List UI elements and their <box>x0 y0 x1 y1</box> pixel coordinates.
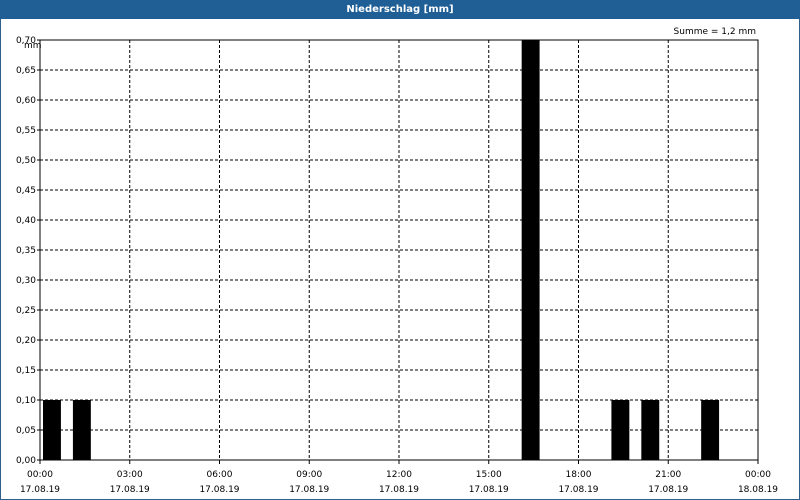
precipitation-bar <box>43 400 61 460</box>
x-tick-time-label: 12:00 <box>386 470 412 480</box>
y-tick-label: 0,30 <box>16 276 36 286</box>
y-tick-label: 0,05 <box>16 426 36 436</box>
y-tick-label: 0,00 <box>16 456 36 466</box>
y-tick-label: 0,25 <box>16 306 36 316</box>
x-tick-time-label: 00:00 <box>27 470 53 480</box>
x-tick-date-label: 18.08.19 <box>738 485 778 495</box>
x-tick-time-label: 09:00 <box>296 470 322 480</box>
x-tick-date-label: 17.08.19 <box>110 485 150 495</box>
y-tick-label: 0,45 <box>16 186 36 196</box>
x-tick-time-label: 06:00 <box>207 470 233 480</box>
x-tick-date-label: 17.08.19 <box>199 485 239 495</box>
precipitation-bar <box>521 40 540 460</box>
precipitation-bar <box>701 400 720 460</box>
x-tick-date-label: 17.08.19 <box>289 485 329 495</box>
y-tick-label: 0,35 <box>16 246 36 256</box>
x-tick-date-label: 17.08.19 <box>379 485 419 495</box>
y-tick-label: 0,10 <box>16 396 36 406</box>
x-tick-date-label: 17.08.19 <box>558 485 598 495</box>
precipitation-bar <box>72 400 91 460</box>
precipitation-bar <box>611 400 630 460</box>
x-tick-date-label: 17.08.19 <box>20 485 60 495</box>
x-tick-time-label: 00:00 <box>745 470 771 480</box>
y-tick-label: 0,70 <box>16 36 36 46</box>
x-tick-time-label: 15:00 <box>476 470 502 480</box>
x-tick-time-label: 03:00 <box>117 470 143 480</box>
x-tick-time-label: 21:00 <box>655 470 681 480</box>
y-tick-label: 0,40 <box>16 216 36 226</box>
y-tick-label: 0,20 <box>16 336 36 346</box>
precipitation-chart: mm Summe = 1,2 mm 0,000,050,100,150,200,… <box>16 27 778 495</box>
y-tick-label: 0,65 <box>16 66 36 76</box>
x-tick-date-label: 17.08.19 <box>469 485 509 495</box>
x-tick-time-label: 18:00 <box>566 470 592 480</box>
y-tick-label: 0,15 <box>16 366 36 376</box>
y-tick-label: 0,60 <box>16 96 36 106</box>
sum-annotation: Summe = 1,2 mm <box>674 27 756 37</box>
precipitation-bar <box>641 400 660 460</box>
x-tick-date-label: 17.08.19 <box>648 485 688 495</box>
y-tick-label: 0,50 <box>16 156 36 166</box>
y-tick-label: 0,55 <box>16 126 36 136</box>
